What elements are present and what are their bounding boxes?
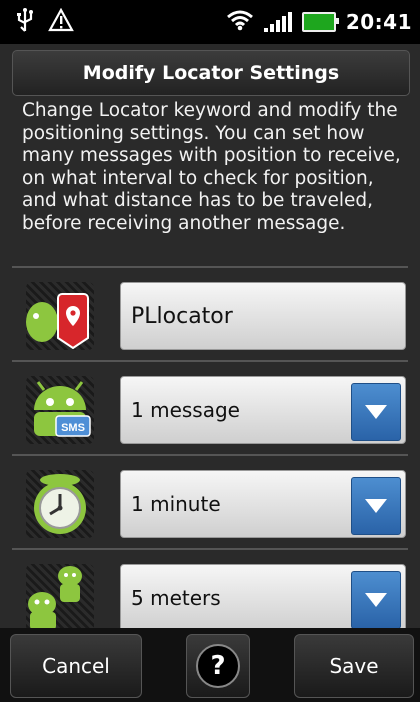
sms-android-icon: SMS [26, 376, 94, 444]
chevron-down-icon [365, 593, 387, 607]
help-button[interactable]: ? [186, 634, 250, 698]
locator-pin-icon [26, 282, 94, 350]
chevron-down-icon [365, 499, 387, 513]
bottom-action-bar: Cancel ? Save [0, 628, 420, 702]
dialog-description: Change Locator keyword and modify the po… [22, 100, 401, 234]
clock-time: 20:41 [345, 10, 412, 34]
messages-dropdown-button[interactable] [351, 383, 401, 441]
clock-icon [26, 470, 94, 538]
distance-androids-icon [26, 564, 94, 632]
status-bar: 20:41 [0, 0, 420, 44]
cancel-button[interactable]: Cancel [10, 634, 142, 698]
messages-select-value: 1 message [131, 398, 240, 422]
distance-dropdown-button[interactable] [351, 571, 401, 629]
interval-select-value: 1 minute [131, 492, 221, 516]
dialog-title: Modify Locator Settings [12, 50, 410, 96]
distance-select[interactable]: 5 meters [120, 564, 406, 632]
row-divider [12, 266, 408, 268]
wifi-icon [226, 9, 254, 35]
interval-row: 1 minute [12, 458, 408, 550]
interval-dropdown-button[interactable] [351, 477, 401, 535]
help-icon: ? [196, 644, 240, 688]
messages-select[interactable]: 1 message [120, 376, 406, 444]
usb-icon [14, 7, 36, 37]
svg-text:SMS: SMS [61, 422, 85, 434]
save-button[interactable]: Save [294, 634, 414, 698]
chevron-down-icon [365, 405, 387, 419]
keyword-input[interactable]: PLlocator [120, 282, 406, 350]
keyword-row: PLlocator [12, 270, 408, 362]
warning-icon [48, 7, 74, 36]
signal-icon [263, 12, 292, 32]
messages-row: SMS 1 message [12, 364, 408, 456]
battery-icon [301, 12, 339, 32]
interval-select[interactable]: 1 minute [120, 470, 406, 538]
distance-select-value: 5 meters [131, 586, 221, 610]
